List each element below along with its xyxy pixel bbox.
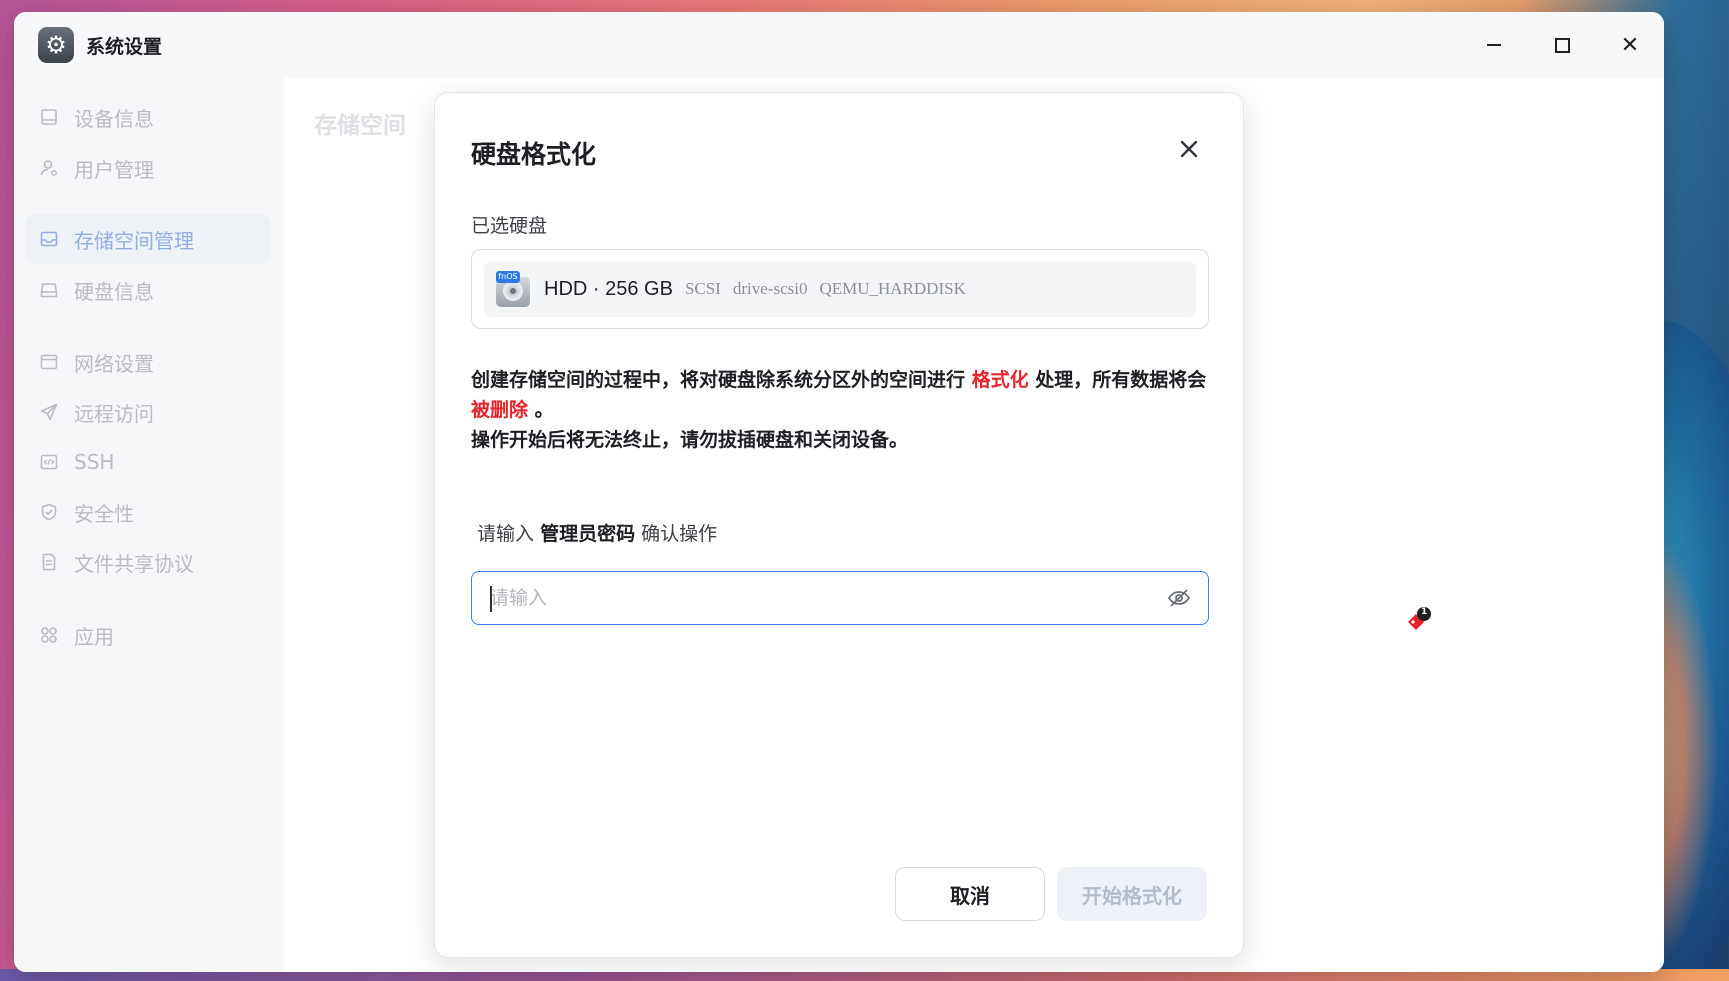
apps-icon [38, 624, 60, 646]
cancel-button[interactable]: 取消 [895, 867, 1045, 921]
sidebar-item-label: 硬盘信息 [74, 279, 154, 304]
sidebar-item-network[interactable]: 网络设置 [26, 337, 270, 387]
window-controls: ✕ [1460, 12, 1664, 78]
sidebar-item-security[interactable]: 安全性 [26, 487, 270, 537]
dialog-title: 硬盘格式化 [471, 140, 597, 169]
shield-icon [38, 501, 60, 523]
device-icon [38, 106, 60, 128]
document-icon [38, 551, 60, 573]
disk-id: drive-scsi0 [732, 279, 808, 298]
warning-line-2: 操作开始后将无法终止，请勿拔插硬盘和关闭设备。 [471, 429, 909, 451]
password-input[interactable] [472, 572, 1164, 624]
start-format-button[interactable]: 开始格式化 [1057, 867, 1207, 921]
warning-text: 处理，所有数据将会 [1035, 369, 1207, 391]
prompt-suffix: 确认操作 [641, 523, 718, 545]
user-icon [38, 157, 60, 179]
sidebar-item-storage-management[interactable]: 存储空间管理 [26, 214, 270, 264]
sidebar-item-label: 用户管理 [74, 157, 154, 182]
maximize-icon [1554, 37, 1570, 53]
sidebar-item-label: 存储空间管理 [74, 228, 194, 253]
eye-slash-icon[interactable] [1164, 583, 1194, 613]
prompt-prefix: 请输入 [477, 523, 535, 545]
password-field[interactable] [471, 571, 1209, 625]
sidebar: 设备信息 用户管理 存储空间管理 硬盘信息 网络设置 远程访问 SSH 安全性 [14, 78, 284, 972]
disk-name: HDD · 256 GB [544, 277, 673, 300]
password-prompt: 请输入 管理员密码 确认操作 [477, 519, 717, 546]
close-icon: ✕ [1620, 32, 1640, 58]
sidebar-item-ssh[interactable]: SSH [26, 437, 270, 487]
network-icon [38, 351, 60, 373]
sidebar-item-label: 应用 [74, 624, 114, 649]
sidebar-item-device-info[interactable]: 设备信息 [26, 92, 270, 142]
title-bar[interactable]: ⚙ 系统设置 ✕ [14, 12, 1664, 78]
close-window-button[interactable]: ✕ [1596, 12, 1664, 78]
sidebar-item-label: 设备信息 [74, 106, 154, 131]
warning-text: 创建存储空间的过程中，将对硬盘除系统分区外的空间进行 [471, 369, 966, 391]
warning-text: 。 [534, 399, 554, 421]
dialog-close-button[interactable] [1171, 131, 1207, 167]
disk-model: QEMU_HARDDISK [819, 279, 966, 298]
sidebar-item-disk-info[interactable]: 硬盘信息 [26, 265, 270, 315]
sidebar-item-label: 文件共享协议 [74, 551, 194, 576]
selected-disk-label: 已选硬盘 [471, 215, 548, 237]
warning-highlight-delete: 被删除 [471, 399, 529, 421]
minimize-button[interactable] [1460, 12, 1528, 78]
close-icon [1180, 140, 1198, 158]
text-caret [490, 586, 492, 612]
storage-icon [38, 228, 60, 250]
sidebar-item-label: 远程访问 [74, 401, 154, 426]
cursor-notification-icon: 1 [1404, 606, 1434, 636]
prompt-bold: 管理员密码 [540, 523, 636, 545]
warning-highlight-format: 格式化 [971, 369, 1029, 391]
sidebar-item-user-management[interactable]: 用户管理 [26, 143, 270, 193]
disk-row: fnOS HDD · 256 GB SCSI drive-scsi0 QEMU_… [484, 261, 1196, 317]
format-disk-dialog: 硬盘格式化 已选硬盘 fnOS HDD · 256 GB SCSI drive-… [434, 92, 1244, 958]
send-icon [38, 401, 60, 423]
hard-drive-icon: fnOS [496, 271, 530, 307]
sidebar-item-label: 安全性 [74, 501, 134, 526]
code-icon [38, 451, 60, 473]
maximize-button[interactable] [1528, 12, 1596, 78]
disk-badge: fnOS [496, 271, 520, 283]
window-title: 系统设置 [86, 35, 163, 58]
sidebar-item-remote-access[interactable]: 远程访问 [26, 387, 270, 437]
sidebar-item-apps[interactable]: 应用 [26, 610, 270, 660]
sidebar-item-label: SSH [74, 450, 115, 474]
gear-icon: ⚙ [38, 27, 74, 63]
format-warning: 创建存储空间的过程中，将对硬盘除系统分区外的空间进行 格式化 处理，所有数据将会… [471, 365, 1211, 455]
selected-disk-card: fnOS HDD · 256 GB SCSI drive-scsi0 QEMU_… [471, 249, 1209, 329]
cursor-badge-count: 1 [1421, 607, 1428, 617]
sidebar-item-label: 网络设置 [74, 351, 154, 376]
minimize-icon [1487, 44, 1501, 46]
disk-icon [38, 279, 60, 301]
disk-bus: SCSI [684, 279, 721, 298]
sidebar-item-file-sharing[interactable]: 文件共享协议 [26, 537, 270, 587]
